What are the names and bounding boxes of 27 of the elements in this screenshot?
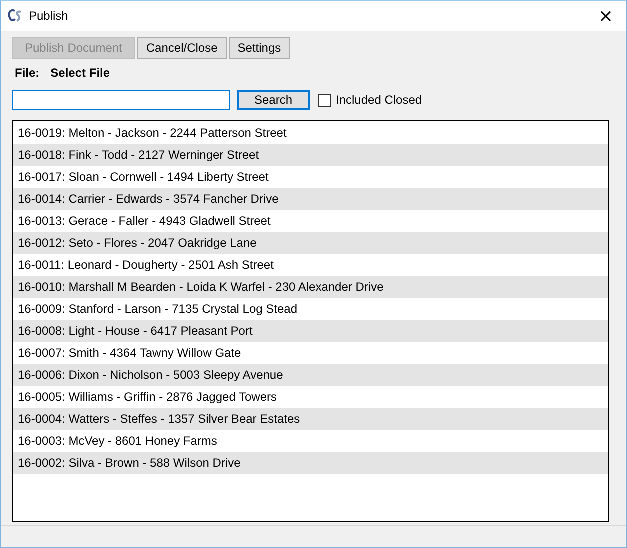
search-button[interactable]: Search: [237, 90, 310, 110]
list-item[interactable]: 16-0004: Watters - Steffes - 1357 Silver Bear Estates: [13, 408, 608, 430]
list-item[interactable]: 16-0011: Leonard - Dougherty - 2501 Ash Street: [13, 254, 608, 276]
list-item[interactable]: 16-0003: McVey - 8601 Honey Farms: [13, 430, 608, 452]
file-value: Select File: [50, 66, 110, 80]
list-item[interactable]: 16-0013: Gerace - Faller - 4943 Gladwell Street: [13, 210, 608, 232]
search-field[interactable]: [12, 90, 230, 110]
list-item[interactable]: 16-0005: Williams - Griffin - 2876 Jagged Towers: [13, 386, 608, 408]
list-item[interactable]: 16-0018: Fink - Todd - 2127 Werninger Street: [13, 144, 608, 166]
toolbar-button[interactable]: Settings: [228, 37, 290, 59]
list-item[interactable]: 16-0006: Dixon - Nicholson - 5003 Sleepy Avenue: [13, 364, 608, 386]
checkbox-label: Included Closed: [336, 93, 422, 107]
list-item[interactable]: 16-0017: Sloan - Cornwell - 1494 Liberty Street: [13, 166, 608, 188]
window-title: Publish: [29, 9, 68, 23]
file-label: File:: [15, 66, 40, 80]
list-item[interactable]: 16-0002: Silva - Brown - 588 Wilson Drive: [13, 452, 608, 474]
list-item[interactable]: 16-0008: Light - House - 6417 Pleasant Port: [13, 320, 608, 342]
list-item[interactable]: 16-0019: Melton - Jackson - 2244 Patterson Street: [13, 122, 608, 144]
close-button[interactable]: ×: [586, 1, 626, 31]
list-item[interactable]: 16-0014: Carrier - Edwards - 3574 Fancher Drive: [13, 188, 608, 210]
list-item[interactable]: 16-0007: Smith - 4364 Tawny Willow Gate: [13, 342, 608, 364]
list-item[interactable]: 16-0010: Marshall M Bearden - Loida K Warfel - 230 Alexander Drive: [13, 276, 608, 298]
toolbar-button[interactable]: Cancel/Close: [137, 37, 227, 59]
checkbox[interactable]: [318, 94, 331, 106]
list-item[interactable]: 16-0012: Seto - Flores - 2047 Oakridge Lane: [13, 232, 608, 254]
list-item[interactable]: 16-0009: Stanford - Larson - 7135 Crystal Log Stead: [13, 298, 608, 320]
app-logo-icon: [7, 8, 23, 24]
